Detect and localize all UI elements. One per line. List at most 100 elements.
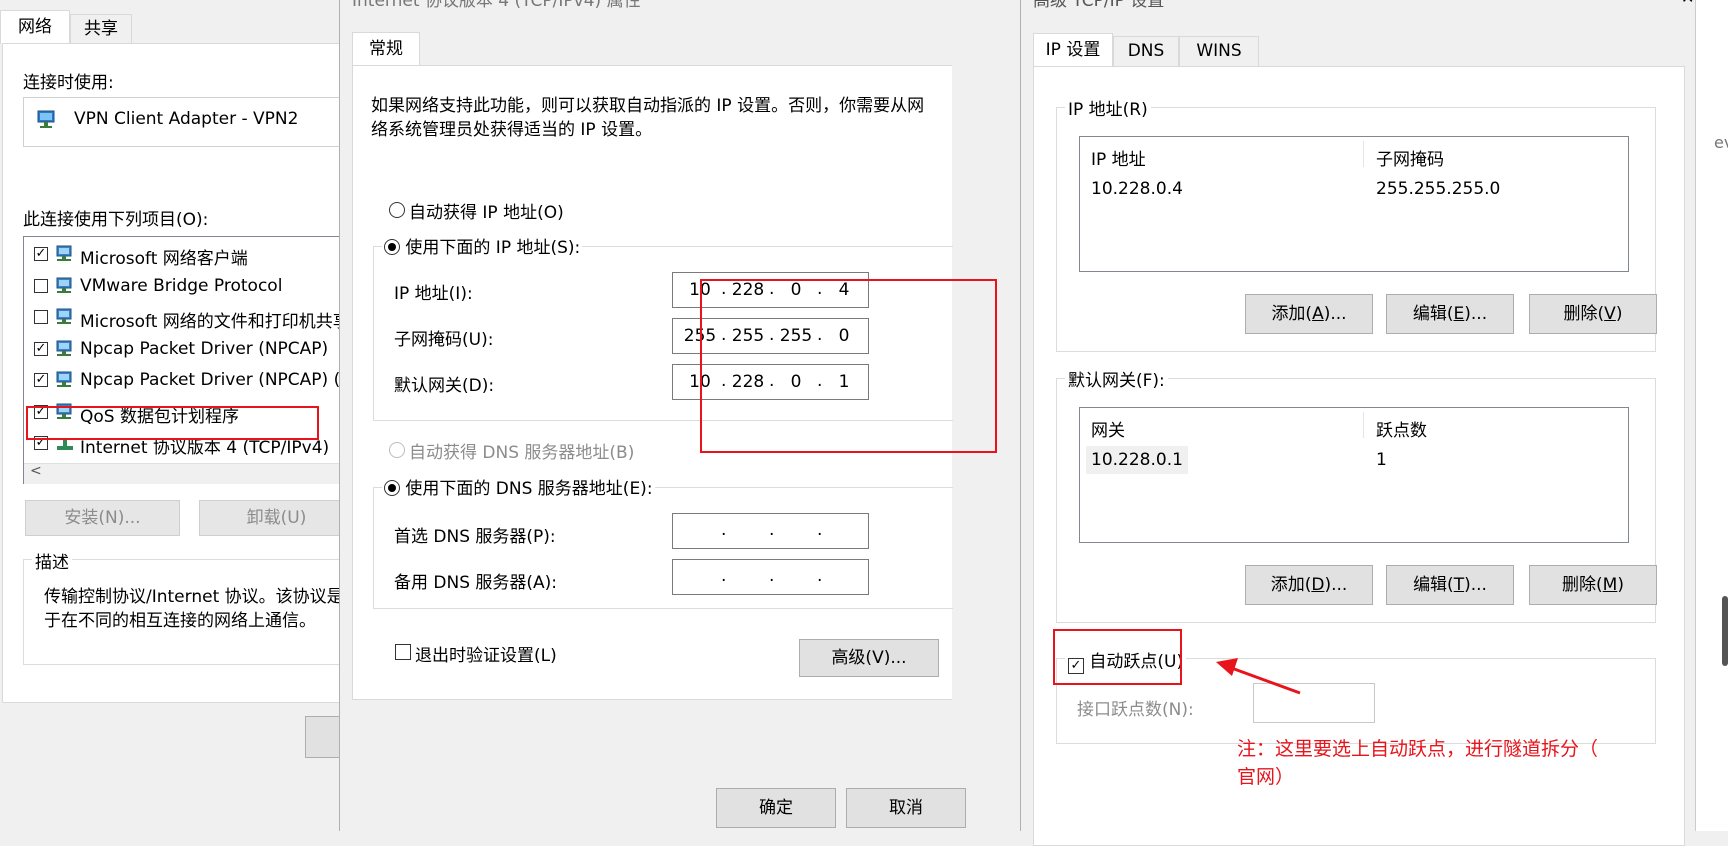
alternate-dns-field[interactable]: . . . (672, 559, 869, 595)
gw-delete-accel: M (1602, 575, 1618, 595)
manual-ip-legend: 使用下面的 IP 地址(S): (382, 233, 583, 258)
advanced-button[interactable]: 高级(V)... (799, 639, 939, 677)
manual-dns-legend: 使用下面的 DNS 服务器地址(E): (382, 474, 655, 499)
scroll-left-icon[interactable]: < (30, 463, 42, 479)
gateway-table[interactable]: 网关 跃点数 10.228.0.1 1 (1079, 407, 1629, 543)
ip-table-cell-mask[interactable]: 255.255.255.0 (1376, 179, 1500, 199)
item-checkbox[interactable] (34, 278, 48, 293)
annotation-text-2: 官网） (1237, 766, 1295, 788)
tab-general-label: 常规 (369, 39, 403, 59)
auto-ip-radio[interactable] (389, 202, 405, 218)
network-protocol-icon (56, 371, 72, 387)
ip-address-group: IP 地址(R) IP 地址 子网掩码 10.228.0.4 255.255.2… (1056, 95, 1657, 352)
interface-metric-label: 接口跃点数(N): (1077, 700, 1194, 720)
manual-ip-label[interactable]: 使用下面的 IP 地址(S): (405, 238, 580, 258)
network-service-icon (56, 308, 72, 324)
close-icon[interactable]: ✕ (1681, 0, 1694, 7)
ip-settings-panel: IP 地址(R) IP 地址 子网掩码 10.228.0.4 255.255.2… (1033, 66, 1685, 846)
ok-button[interactable]: 确定 (716, 788, 836, 828)
ip-add-accel: A (1312, 304, 1324, 324)
tab-wins[interactable]: WINS (1179, 36, 1259, 67)
item-label: Npcap Packet Driver (NPCAP) (80, 338, 329, 359)
gateway-label: 默认网关(D): (394, 376, 495, 396)
pdns-dot-2: . (769, 520, 775, 540)
item-label: Npcap Packet Driver (NPCAP) (W (80, 370, 358, 390)
gw-group-title: 默认网关(F): (1065, 366, 1168, 391)
item-checkbox[interactable]: ✓ (34, 247, 48, 261)
list-item[interactable]: Microsoft 网络的文件和打印机共享 (24, 304, 364, 332)
list-item[interactable]: ✓ Microsoft 网络客户端 (24, 241, 364, 269)
uninstall-button[interactable]: 卸载(U) (199, 500, 354, 536)
ip-add-button[interactable]: 添加(A)... (1245, 294, 1373, 334)
pdns-dot-1: . (721, 520, 727, 540)
item-label: VMware Bridge Protocol (80, 275, 283, 296)
item-checkbox[interactable]: ✓ (34, 341, 48, 356)
preferred-dns-label: 首选 DNS 服务器(P): (394, 527, 556, 547)
ip-table-cell-ip[interactable]: 10.228.0.4 (1091, 179, 1183, 199)
tab-network[interactable]: 网络 (0, 10, 70, 44)
dialog-title: Internet 协议版本 4 (TCP/IPv4) 属性 (352, 0, 641, 11)
advanced-tcpip-dialog: 高级 TCP/IP 设置 ✕ IP 设置 DNS WINS IP 地址(R) I… (1020, 0, 1696, 846)
validate-label[interactable]: 退出时验证设置(L) (415, 641, 557, 666)
tab-dns[interactable]: DNS (1113, 36, 1179, 67)
edge-scroll-thumb[interactable] (1722, 596, 1728, 666)
gw-table-cell-metric[interactable]: 1 (1376, 450, 1387, 470)
gw-edit-button[interactable]: 编辑(T)... (1386, 565, 1514, 605)
tab-ip-settings[interactable]: IP 设置 (1033, 33, 1113, 67)
gw-edit-accel: T (1453, 575, 1465, 595)
preferred-dns-field[interactable]: . . . (672, 513, 869, 549)
auto-ip-label[interactable]: 自动获得 IP 地址(O) (409, 198, 564, 223)
ip-address-label: IP 地址(I): (394, 284, 473, 304)
gateway-group: 默认网关(F): 网关 跃点数 10.228.0.1 1 添加(D)... 编辑… (1056, 366, 1657, 623)
gw-add-accel: D (1311, 575, 1325, 595)
components-list[interactable]: ✓ Microsoft 网络客户端 VMware Bridge Protocol Mi… (23, 236, 364, 485)
ip-edit-button[interactable]: 编辑(E)... (1386, 294, 1514, 334)
list-item[interactable]: ✓ Npcap Packet Driver (NPCAP) (24, 336, 364, 364)
horizontal-scrollbar[interactable]: < (24, 463, 364, 484)
gw-table-cell-gateway[interactable]: 10.228.0.1 (1086, 446, 1188, 474)
ip-fields-highlight (700, 279, 997, 453)
adapter-name: VPN Client Adapter - VPN2 (74, 109, 299, 129)
edge-text-fragment: ev (1714, 133, 1728, 152)
ip-delete-button[interactable]: 删除(V) (1529, 294, 1657, 334)
manual-dns-radio[interactable] (384, 480, 400, 496)
validate-checkbox[interactable] (395, 644, 411, 660)
ip-address-table[interactable]: IP 地址 子网掩码 10.228.0.4 255.255.255.0 (1079, 136, 1629, 272)
annotation-text-1: 注：这里要选上自动跃点，进行隧道拆分（ (1237, 738, 1599, 760)
ip-table-header-ip[interactable]: IP 地址 (1091, 145, 1146, 170)
auto-dns-label[interactable]: 自动获得 DNS 服务器地址(B) (409, 438, 634, 463)
adns-dot-2: . (769, 566, 775, 586)
manual-dns-group: 使用下面的 DNS 服务器地址(E): 首选 DNS 服务器(P): . . .… (373, 474, 953, 609)
gw-add-button[interactable]: 添加(D)... (1245, 565, 1373, 605)
gw-table-header-metric[interactable]: 跃点数 (1376, 416, 1427, 441)
ip-table-header-divider (1363, 141, 1364, 167)
install-button[interactable]: 安装(N)... (25, 500, 180, 536)
tab-sharing[interactable]: 共享 (70, 14, 132, 44)
manual-dns-label[interactable]: 使用下面的 DNS 服务器地址(E): (405, 479, 652, 499)
auto-dns-radio[interactable] (389, 442, 405, 458)
network-client-icon (56, 245, 72, 261)
ip-table-header-mask[interactable]: 子网掩码 (1376, 145, 1444, 170)
list-item[interactable]: VMware Bridge Protocol (24, 273, 364, 301)
network-protocol-icon (56, 340, 72, 356)
pdns-dot-3: . (817, 520, 823, 540)
list-item[interactable]: ✓ Npcap Packet Driver (NPCAP) (W (24, 367, 364, 395)
item-checkbox[interactable] (34, 310, 48, 324)
gw-delete-button[interactable]: 删除(M) (1529, 565, 1657, 605)
description-text-2: 于在不同的相互连接的网络上通信。 (44, 611, 316, 631)
gw-table-header-gateway[interactable]: 网关 (1091, 416, 1125, 441)
info-text-2: 络系统管理员处获得适当的 IP 设置。 (371, 120, 653, 140)
tab-network-label: 网络 (18, 17, 52, 37)
description-title: 描述 (32, 548, 72, 573)
subnet-mask-label: 子网掩码(U): (394, 330, 494, 350)
gw-table-header-divider (1363, 412, 1364, 438)
tab-general[interactable]: 常规 (352, 32, 420, 66)
cancel-button[interactable]: 取消 (846, 788, 966, 828)
tab-ip-settings-label: IP 设置 (1045, 40, 1101, 60)
item-checkbox[interactable]: ✓ (34, 373, 48, 387)
advanced-title: 高级 TCP/IP 设置 (1033, 0, 1165, 11)
manual-ip-radio[interactable] (384, 239, 400, 255)
tab-wins-label: WINS (1196, 41, 1242, 61)
item-label: Microsoft 网络客户端 (80, 249, 248, 269)
description-group: 描述 传输控制协议/Internet 协议。该协议是默 于在不同的相互连接的网络… (23, 548, 363, 665)
